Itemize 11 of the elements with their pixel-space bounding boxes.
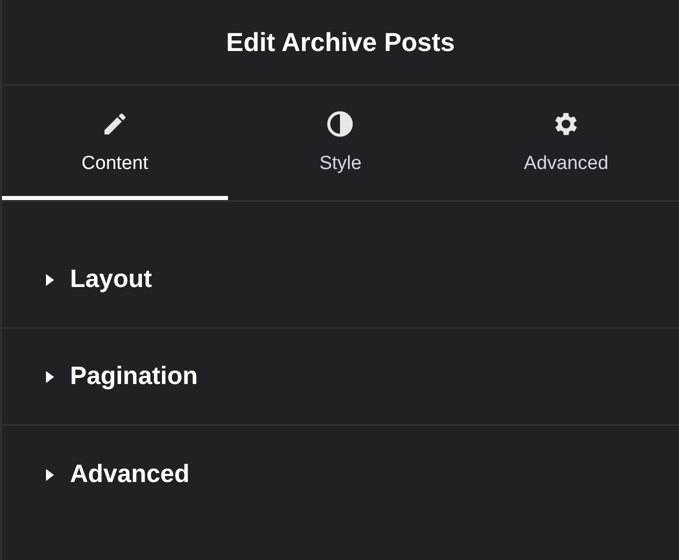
panel-title: Edit Archive Posts bbox=[226, 26, 455, 58]
tab[interactable]: Content bbox=[2, 86, 228, 200]
caret-icon bbox=[46, 274, 54, 286]
tab[interactable]: Advanced bbox=[453, 86, 679, 200]
section-header[interactable]: Pagination bbox=[2, 329, 679, 426]
section-header[interactable]: Layout bbox=[2, 232, 679, 329]
caret-icon bbox=[46, 468, 54, 480]
section-header[interactable]: Advanced bbox=[2, 426, 679, 523]
tab[interactable]: Style bbox=[228, 86, 454, 200]
contrast-icon bbox=[325, 108, 356, 139]
caret-icon bbox=[46, 370, 54, 382]
